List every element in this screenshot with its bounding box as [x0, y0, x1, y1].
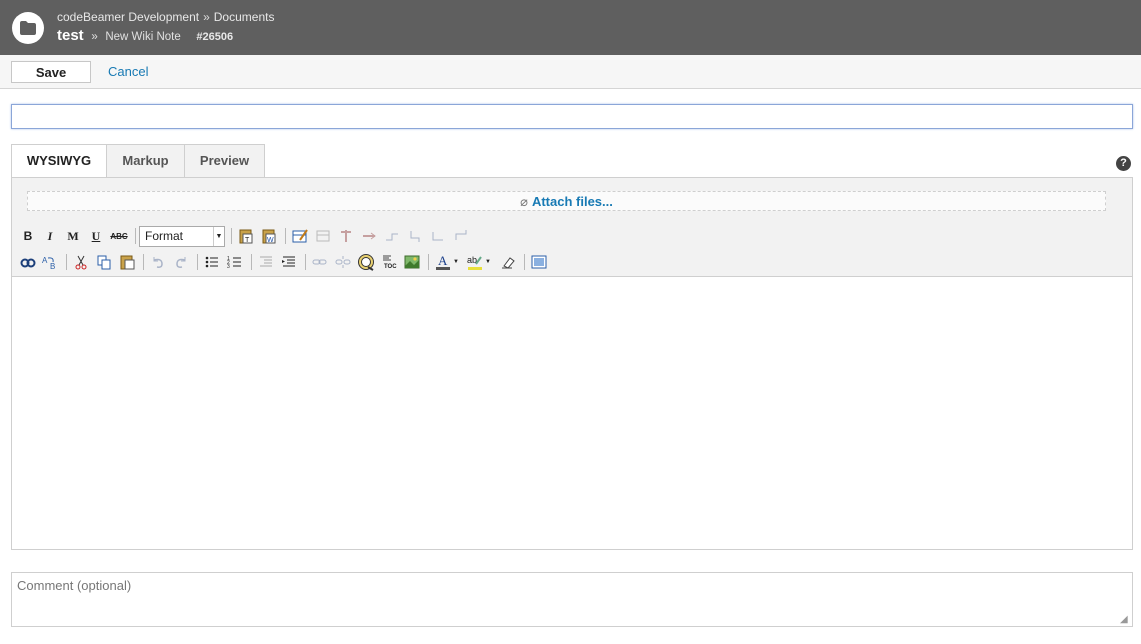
svg-text:3: 3 — [227, 264, 230, 270]
action-bar: Save Cancel — [0, 55, 1141, 89]
chevron-down-icon: ▼ — [213, 227, 224, 246]
toolbar-separator — [428, 254, 429, 270]
breadcrumb-project[interactable]: codeBeamer Development — [57, 10, 199, 24]
format-select-label: Format — [145, 229, 184, 243]
svg-text:T: T — [245, 237, 250, 244]
toolbar-separator — [135, 228, 136, 244]
toolbar-separator — [197, 254, 198, 270]
paperclip-icon: ⌀ — [520, 194, 528, 209]
resize-handle-icon[interactable]: ◢ — [1120, 614, 1131, 625]
table-properties-icon[interactable] — [313, 226, 333, 246]
cut-icon[interactable] — [71, 252, 91, 272]
delete-row-icon[interactable] — [428, 226, 448, 246]
redo-icon[interactable] — [171, 252, 191, 272]
strikethrough-button[interactable]: ABC — [109, 226, 129, 246]
merge-cells-icon[interactable] — [382, 226, 402, 246]
tab-wysiwyg[interactable]: WYSIWYG — [11, 144, 107, 178]
svg-text:A: A — [42, 256, 48, 265]
comment-field[interactable] — [11, 572, 1133, 627]
image-icon[interactable] — [402, 252, 422, 272]
wiki-link-icon[interactable] — [356, 252, 376, 272]
toolbar-separator — [524, 254, 525, 270]
underline-button[interactable]: U — [86, 226, 106, 246]
copy-icon[interactable] — [94, 252, 114, 272]
page-subtitle: New Wiki Note — [105, 31, 181, 43]
toolbar-separator — [66, 254, 67, 270]
eraser-icon[interactable] — [498, 252, 518, 272]
paste-word-icon[interactable]: W — [259, 226, 279, 246]
editor-panel: ⌀ Attach files... B I M U ABC Format ▼ T W… — [11, 177, 1133, 550]
highlight-dropdown-icon[interactable]: ▼ — [484, 252, 492, 272]
attach-files-link[interactable]: ⌀ Attach files... — [520, 194, 613, 209]
numbered-list-icon[interactable]: 123 — [225, 252, 245, 272]
attach-files-label: Attach files... — [531, 194, 613, 209]
indent-icon[interactable] — [279, 252, 299, 272]
bulleted-list-icon[interactable] — [202, 252, 222, 272]
title-input[interactable] — [11, 104, 1133, 129]
toolbar-separator — [285, 228, 286, 244]
unlink-icon[interactable] — [333, 252, 353, 272]
toolbar-separator — [305, 254, 306, 270]
toolbar-separator — [143, 254, 144, 270]
paste-text-icon[interactable]: T — [236, 226, 256, 246]
svg-text:A: A — [438, 254, 448, 268]
tab-preview[interactable]: Preview — [184, 144, 265, 178]
insert-row-icon[interactable] — [359, 226, 379, 246]
tab-markup[interactable]: Markup — [106, 144, 185, 178]
find-icon[interactable] — [18, 252, 38, 272]
delete-column-icon[interactable] — [451, 226, 471, 246]
page-header: codeBeamer Development » Documents test » … — [0, 0, 1141, 55]
text-color-icon[interactable]: A — [433, 252, 453, 272]
italic-button[interactable]: I — [40, 226, 60, 246]
replace-icon[interactable]: AB — [40, 252, 60, 272]
monospace-button[interactable]: M — [63, 226, 83, 246]
split-cells-icon[interactable] — [405, 226, 425, 246]
svg-text:TOC: TOC — [384, 264, 397, 270]
breadcrumb: codeBeamer Development » Documents — [57, 10, 274, 24]
cancel-link[interactable]: Cancel — [108, 64, 148, 79]
toc-icon[interactable]: TOC — [379, 252, 399, 272]
svg-text:B: B — [50, 262, 55, 270]
toolbar-separator — [231, 228, 232, 244]
bold-button[interactable]: B — [18, 226, 38, 246]
link-icon[interactable] — [310, 252, 330, 272]
insert-column-icon[interactable] — [336, 226, 356, 246]
breadcrumb-separator: » — [203, 10, 210, 24]
help-icon[interactable]: ? — [1116, 156, 1131, 171]
folder-icon[interactable] — [12, 12, 44, 44]
text-color-dropdown-icon[interactable]: ▼ — [452, 252, 460, 272]
format-select[interactable]: Format ▼ — [139, 226, 225, 247]
document-title[interactable]: test — [57, 27, 84, 44]
fullscreen-icon[interactable] — [529, 252, 549, 272]
item-id: #26506 — [196, 31, 234, 43]
outdent-icon[interactable] — [256, 252, 276, 272]
attach-files-dropzone[interactable]: ⌀ Attach files... — [27, 191, 1106, 211]
page-title: test » New Wiki Note #26506 — [57, 27, 233, 44]
subtitle-separator: » — [91, 31, 98, 43]
highlight-color-icon[interactable]: ab — [465, 252, 485, 272]
breadcrumb-documents[interactable]: Documents — [214, 10, 275, 24]
rich-text-editor[interactable] — [12, 276, 1132, 549]
save-button[interactable]: Save — [11, 61, 91, 83]
toolbar-separator — [251, 254, 252, 270]
undo-icon[interactable] — [148, 252, 168, 272]
paste-icon[interactable] — [117, 252, 137, 272]
table-icon[interactable] — [290, 226, 310, 246]
svg-text:W: W — [267, 237, 274, 244]
